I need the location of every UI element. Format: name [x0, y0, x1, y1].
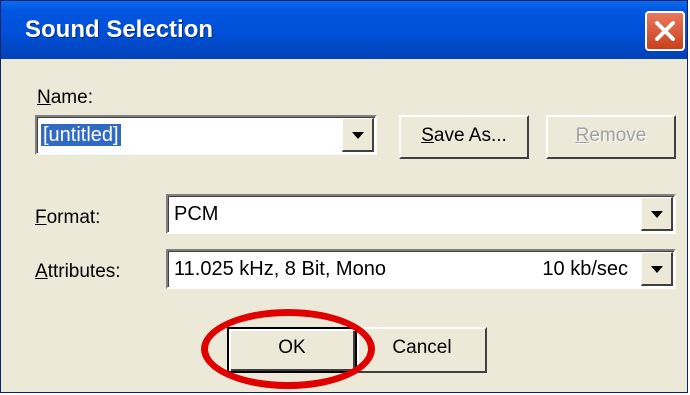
name-value: [untitled]: [40, 123, 122, 147]
name-label: Name:: [37, 87, 93, 108]
dialog-title: Sound Selection: [25, 16, 214, 43]
format-combobox[interactable]: PCM: [166, 194, 676, 234]
attributes-combobox[interactable]: 11.025 kHz, 8 Bit, Mono 10 kb/sec: [166, 249, 676, 289]
attributes-rate: 10 kb/sec: [542, 258, 628, 280]
attributes-value: 11.025 kHz, 8 Bit, Mono: [174, 258, 386, 280]
ok-button[interactable]: OK: [227, 327, 357, 373]
format-value: PCM: [174, 203, 219, 225]
attributes-dropdown-button[interactable]: [641, 252, 673, 286]
format-dropdown-button[interactable]: [641, 197, 673, 231]
title-bar[interactable]: Sound Selection: [1, 1, 687, 59]
sound-selection-dialog: Sound Selection Name: [untitled] Save As…: [0, 0, 688, 393]
save-as-button[interactable]: Save As...: [399, 115, 529, 159]
name-combobox[interactable]: [untitled]: [35, 115, 377, 155]
close-icon: [655, 21, 675, 41]
name-dropdown-button[interactable]: [342, 118, 374, 152]
cancel-button[interactable]: Cancel: [357, 327, 487, 373]
format-label: Format:: [35, 207, 101, 228]
remove-button[interactable]: Remove: [546, 115, 676, 159]
close-button[interactable]: [645, 11, 685, 51]
attributes-label: Attributes:: [35, 261, 121, 282]
